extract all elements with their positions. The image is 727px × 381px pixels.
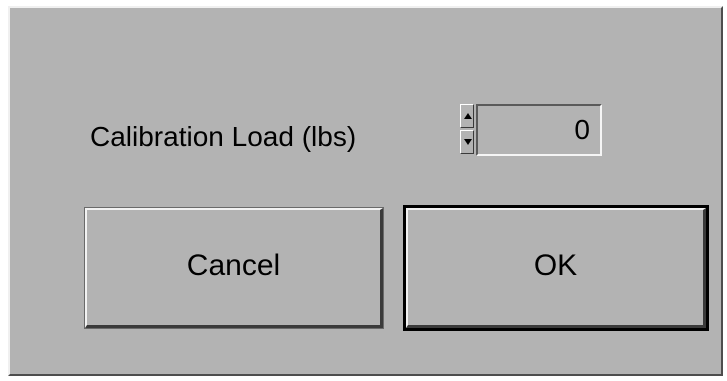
- triangle-down-icon: [464, 139, 472, 145]
- calibration-load-spinner: [460, 104, 476, 156]
- calibration-dialog: Calibration Load (lbs) 0 Cancel OK: [8, 6, 723, 376]
- decrement-button[interactable]: [460, 130, 474, 154]
- cancel-button[interactable]: Cancel: [84, 207, 384, 329]
- ok-button[interactable]: OK: [403, 205, 709, 331]
- calibration-load-input[interactable]: 0: [476, 104, 602, 156]
- triangle-up-icon: [464, 113, 472, 119]
- increment-button[interactable]: [460, 104, 474, 128]
- calibration-load-label: Calibration Load (lbs): [90, 121, 357, 152]
